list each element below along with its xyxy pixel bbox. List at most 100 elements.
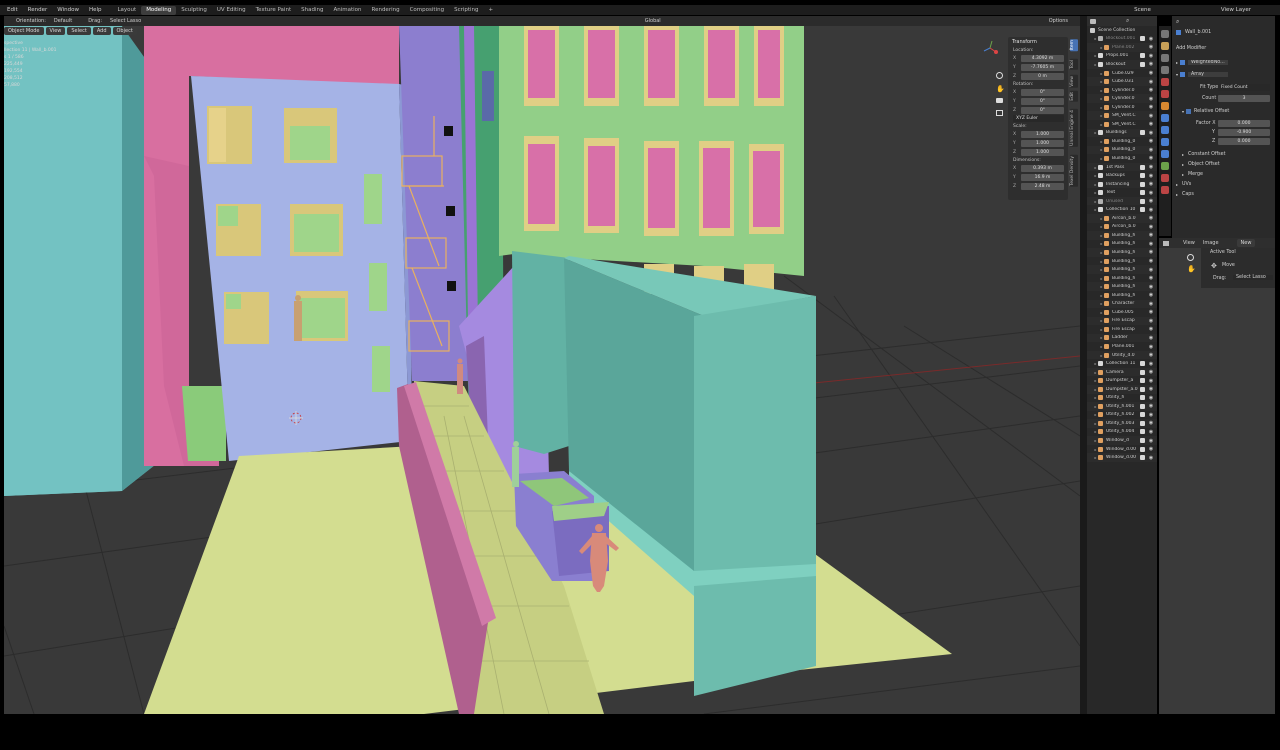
eye-icon[interactable]: ◉ xyxy=(1148,344,1154,350)
eye-icon[interactable]: ◉ xyxy=(1148,292,1154,298)
add-modifier-button[interactable]: Add Modifier xyxy=(1176,46,1206,51)
outliner-item[interactable]: ▸ Building_0 ◉ xyxy=(1087,145,1157,155)
eye-icon[interactable]: ◉ xyxy=(1148,104,1154,110)
expand-icon[interactable]: ▸ xyxy=(1176,60,1178,65)
menu-window[interactable]: Window xyxy=(52,7,84,13)
visibility-checkbox[interactable] xyxy=(1140,173,1145,179)
fit-type-dropdown[interactable]: Fixed Count xyxy=(1218,84,1270,91)
outliner-item[interactable]: ▸ Ladder ◉ xyxy=(1087,333,1157,343)
dimensions-x-field[interactable]: 0.393 m xyxy=(1021,164,1064,172)
tab-unreal-engine-4[interactable]: Unreal Engine 4 xyxy=(1070,109,1078,147)
search-icon[interactable]: ⌕ xyxy=(1126,17,1129,25)
outliner-item[interactable]: ▸ Blockout ◉ xyxy=(1087,60,1157,69)
outliner-item[interactable]: ▸ Building_h ◉ xyxy=(1087,265,1157,274)
dimensions-z-field[interactable]: 2.48 m xyxy=(1021,182,1064,190)
collapse-icon[interactable]: ▾ xyxy=(1182,109,1184,114)
tab-uv-editing[interactable]: UV Editing xyxy=(212,6,251,15)
eye-icon[interactable]: ◉ xyxy=(1148,395,1154,401)
visibility-checkbox[interactable] xyxy=(1140,378,1145,384)
outliner-item[interactable]: ▸ Utility_h.004 ◉ xyxy=(1087,428,1157,437)
menu-edit[interactable]: Edit xyxy=(2,7,23,13)
count-field[interactable]: 3 xyxy=(1218,95,1270,102)
eye-icon[interactable]: ◉ xyxy=(1148,446,1154,452)
outliner-item[interactable]: ▸ Collection 10 ◉ xyxy=(1087,205,1157,214)
outliner-item[interactable]: ▸ Building_h ◉ xyxy=(1087,240,1157,249)
outliner-item[interactable]: ▸ Plane.001 ◉ xyxy=(1087,342,1157,351)
outliner-item[interactable]: ▸ Cube.029 ◉ xyxy=(1087,69,1157,78)
outliner-item[interactable]: ▸ Cylinder.0 ◉ xyxy=(1087,94,1157,103)
object-name[interactable]: Wall_b.001 xyxy=(1185,30,1211,35)
outliner-item[interactable]: ▸ Building_0 ◉ xyxy=(1087,137,1157,146)
eye-icon[interactable]: ◉ xyxy=(1148,249,1154,255)
data-tab-icon[interactable] xyxy=(1161,162,1169,170)
new-image-button[interactable]: New xyxy=(1236,239,1256,247)
outliner-item[interactable]: ▸ Unused ◉ xyxy=(1087,196,1157,206)
visibility-checkbox[interactable] xyxy=(1140,130,1145,136)
eye-icon[interactable]: ◉ xyxy=(1148,113,1154,119)
visibility-checkbox[interactable] xyxy=(1140,53,1145,59)
eye-icon[interactable]: ◉ xyxy=(1148,53,1154,59)
tab-item[interactable]: Item xyxy=(1070,39,1078,52)
outliner-item[interactable]: ▸ 1st Pass ◉ xyxy=(1087,162,1157,172)
eye-icon[interactable]: ◉ xyxy=(1148,335,1154,341)
select-menu[interactable]: Select xyxy=(67,27,91,35)
tab-tool[interactable]: Tool xyxy=(1070,59,1078,70)
image-editor[interactable] xyxy=(1159,248,1275,714)
texture-tab-icon[interactable] xyxy=(1161,186,1169,194)
visibility-checkbox[interactable] xyxy=(1140,455,1145,461)
tab-shading[interactable]: Shading xyxy=(296,6,328,15)
eye-icon[interactable]: ◉ xyxy=(1148,352,1154,358)
tab-animation[interactable]: Animation xyxy=(328,6,366,15)
scene-tab-icon[interactable] xyxy=(1161,78,1169,86)
outliner-item[interactable]: ▸ SM_Vent.C ◉ xyxy=(1087,111,1157,121)
visibility-checkbox[interactable] xyxy=(1140,412,1145,418)
properties-editor[interactable]: ⌕ Wall_b.001 Add Modifier ▸ WeightedNo..… xyxy=(1172,16,1275,238)
eye-icon[interactable]: ◉ xyxy=(1148,70,1154,76)
outliner-item[interactable]: ▸ Building_0 ◉ xyxy=(1087,154,1157,163)
drag-dropdown[interactable]: Select Lasso xyxy=(1233,275,1273,280)
location-y-field[interactable]: -7.7605 m xyxy=(1021,63,1064,71)
dimensions-y-field[interactable]: 16.9 m xyxy=(1021,173,1064,181)
tab-layout[interactable]: Layout xyxy=(112,6,141,15)
3d-viewport[interactable] xyxy=(4,26,1080,714)
physics-tab-icon[interactable] xyxy=(1161,138,1169,146)
particles-tab-icon[interactable] xyxy=(1161,126,1169,134)
navigation-gizmo[interactable] xyxy=(980,38,1000,58)
eye-icon[interactable]: ◉ xyxy=(1148,267,1154,273)
material-tab-icon[interactable] xyxy=(1161,174,1169,182)
outliner-item[interactable]: ▸ Utility_d.0 ◉ xyxy=(1087,350,1157,360)
visibility-checkbox[interactable] xyxy=(1140,369,1145,375)
tool-tab-icon[interactable] xyxy=(1161,30,1169,38)
visibility-checkbox[interactable] xyxy=(1140,361,1145,367)
view-layer-selector[interactable]: View Layer xyxy=(1216,7,1256,13)
tab-sculpting[interactable]: Sculpting xyxy=(176,6,212,15)
tab-scripting[interactable]: Scripting xyxy=(449,6,483,15)
eye-icon[interactable]: ◉ xyxy=(1148,301,1154,307)
constant-offset-label[interactable]: Constant Offset xyxy=(1188,152,1226,157)
options-button[interactable]: Options xyxy=(1045,18,1072,24)
visibility-checkbox[interactable] xyxy=(1140,446,1145,452)
menu-render[interactable]: Render xyxy=(23,7,53,13)
outliner-item[interactable]: ▸ Cylinder.0 ◉ xyxy=(1087,86,1157,95)
outliner-item[interactable]: ▸ Window_d.00 ◉ xyxy=(1087,445,1157,454)
outliner-item[interactable]: ▸ Building_h ◉ xyxy=(1087,282,1157,291)
visibility-checkbox[interactable] xyxy=(1140,164,1145,170)
image-menu[interactable]: Image xyxy=(1199,240,1223,246)
eye-icon[interactable]: ◉ xyxy=(1148,224,1154,230)
outliner-item[interactable]: ▸ Utility_h.003 ◉ xyxy=(1087,419,1157,428)
drag-dropdown[interactable]: Select Lasso xyxy=(106,18,145,24)
view-menu[interactable]: View xyxy=(45,27,66,35)
outliner-item[interactable]: ▸ Fire Escap ◉ xyxy=(1087,325,1157,334)
outliner-item[interactable]: ▸ Fire Escap ◉ xyxy=(1087,316,1157,326)
tab-view[interactable]: View xyxy=(1070,75,1078,88)
eye-icon[interactable]: ◉ xyxy=(1148,420,1154,426)
outliner-item[interactable]: ▸ Utility_h.002 ◉ xyxy=(1087,411,1157,420)
search-icon[interactable]: ⌕ xyxy=(1176,18,1179,26)
menu-help[interactable]: Help xyxy=(84,7,107,13)
eye-icon[interactable]: ◉ xyxy=(1148,258,1154,264)
outliner-item[interactable]: ▸ Text ◉ xyxy=(1087,188,1157,197)
visibility-checkbox[interactable] xyxy=(1140,429,1145,435)
area-divider[interactable] xyxy=(1080,16,1087,714)
eye-icon[interactable]: ◉ xyxy=(1148,36,1154,42)
eye-icon[interactable]: ◉ xyxy=(1148,164,1154,170)
